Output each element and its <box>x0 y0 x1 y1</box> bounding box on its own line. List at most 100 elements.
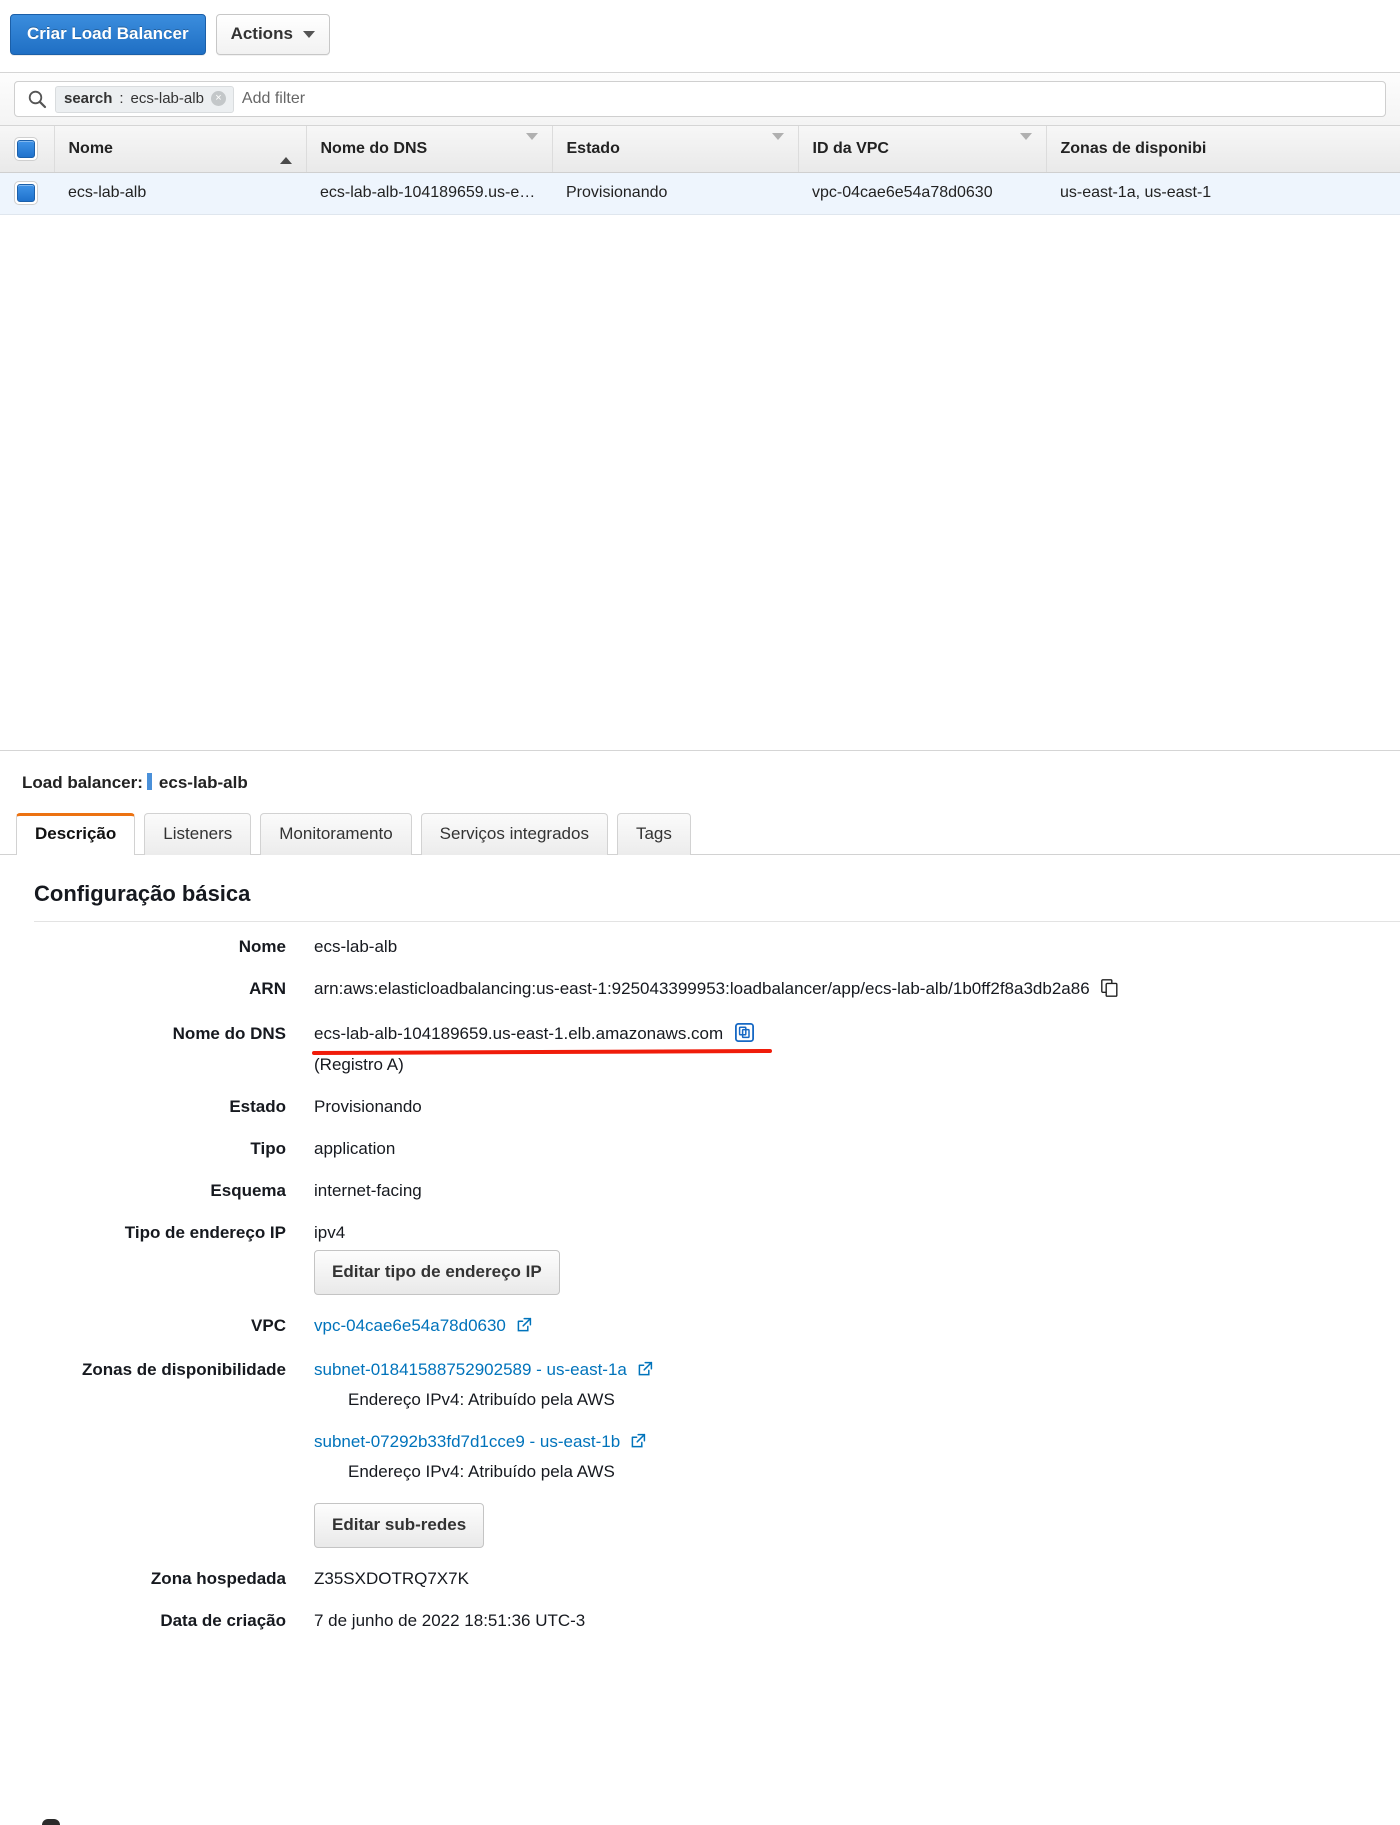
search-icon <box>27 89 47 109</box>
field-esquema-label: Esquema <box>210 1180 286 1200</box>
column-header-estado[interactable]: Estado <box>551 126 798 173</box>
filter-token-key: search <box>64 89 113 107</box>
field-arn-value: arn:aws:elasticloadbalancing:us-east-1:9… <box>314 978 1090 998</box>
basic-configuration-fields: Nome ecs-lab-alb ARN arn:aws:elasticload… <box>0 922 1400 1632</box>
subnet-a-link[interactable]: subnet-01841588752902589 - us-east-1a <box>314 1360 627 1379</box>
clipped-element-bottom <box>42 1819 60 1825</box>
table-empty-space <box>0 214 1400 751</box>
row-checkbox-cell[interactable] <box>0 172 54 214</box>
detail-panel-label: Load balancer: <box>22 772 143 792</box>
field-tipo: Tipo application <box>0 1138 1400 1160</box>
field-estado-label: Estado <box>229 1096 286 1116</box>
actions-button[interactable]: Actions <box>215 14 330 55</box>
basic-configuration-section: Configuração básica Nome ecs-lab-alb ARN… <box>0 855 1400 1632</box>
filter-token-search[interactable]: search : ecs-lab-alb × <box>55 85 234 113</box>
field-esquema: Esquema internet-facing <box>0 1180 1400 1202</box>
field-availability-zones-label: Zonas de disponibilidade <box>81 1359 286 1379</box>
detail-accent-bar <box>146 772 152 790</box>
edit-ip-type-row: Editar tipo de endereço IP <box>0 1249 1400 1295</box>
search-input[interactable]: search : ecs-lab-alb × Add filter <box>14 81 1386 117</box>
field-created-date-value: 7 de junho de 2022 18:51:36 UTC-3 <box>314 1610 586 1630</box>
tab-monitoramento[interactable]: Monitoramento <box>260 812 412 855</box>
detail-panel-header: Load balancer: ecs-lab-alb <box>0 751 1400 793</box>
tab-listeners[interactable]: Listeners <box>144 812 252 855</box>
add-filter-placeholder[interactable]: Add filter <box>242 90 305 108</box>
chevron-down-icon <box>302 30 315 38</box>
detail-tabs: Descrição Listeners Monitoramento Serviç… <box>0 812 1400 855</box>
copy-icon[interactable] <box>1101 978 1118 1003</box>
field-arn-value-wrap: arn:aws:elasticloadbalancing:us-east-1:9… <box>300 978 1118 1003</box>
field-dns: Nome do DNS ecs-lab-alb-104189659.us-eas… <box>0 1022 1400 1055</box>
column-header-nome[interactable]: Nome <box>53 126 306 173</box>
table-header-row: Nome Nome do DNS Estado ID da VPC Zonas … <box>0 126 1400 173</box>
subnet-a-ipv4-value: Endereço IPv4: Atribuído pela AWS <box>348 1389 615 1409</box>
row-checkbox-wrap[interactable] <box>14 181 38 205</box>
field-nome: Nome ecs-lab-alb <box>0 936 1400 958</box>
field-dns-value: ecs-lab-alb-104189659.us-east-1.elb.amaz… <box>314 1023 724 1043</box>
chevron-down-icon[interactable] <box>771 132 784 158</box>
create-load-balancer-button[interactable]: Criar Load Balancer <box>10 14 206 55</box>
tab-descricao[interactable]: Descrição <box>16 812 136 855</box>
row-checkbox[interactable] <box>17 184 35 202</box>
field-vpc: VPC vpc-04cae6e54a78d0630 <box>0 1315 1400 1339</box>
cell-nome: ecs-lab-alb <box>54 172 306 214</box>
external-link-icon[interactable] <box>630 1433 646 1455</box>
select-all-header <box>0 126 54 173</box>
field-ip-type: Tipo de endereço IP ipv4 <box>0 1222 1400 1244</box>
field-subnet-a-ipv4: Endereço IPv4: Atribuído pela AWS <box>0 1389 1400 1411</box>
filter-token-value: ecs-lab-alb <box>130 89 204 107</box>
field-arn-label: ARN <box>249 978 286 998</box>
field-created-date-label: Data de criação <box>160 1610 286 1630</box>
field-estado: Estado Provisionando <box>0 1096 1400 1118</box>
chevron-down-icon[interactable] <box>1019 132 1032 158</box>
vpc-link[interactable]: vpc-04cae6e54a78d0630 <box>314 1316 506 1335</box>
select-all-checkbox-wrap[interactable] <box>14 136 38 161</box>
field-esquema-value: internet-facing <box>314 1180 422 1200</box>
field-hosted-zone-label: Zona hospedada <box>150 1568 286 1588</box>
chevron-down-icon[interactable] <box>525 132 538 158</box>
column-header-estado-label: Estado <box>566 139 620 157</box>
external-link-icon[interactable] <box>637 1361 653 1383</box>
cell-dns: ecs-lab-alb-104189659.us-e… <box>306 172 552 214</box>
close-icon[interactable]: × <box>210 91 226 106</box>
copy-dns-icon[interactable] <box>734 1022 754 1048</box>
field-dns-value-wrap: ecs-lab-alb-104189659.us-east-1.elb.amaz… <box>300 1022 773 1055</box>
subnet-b-ipv4-value: Endereço IPv4: Atribuído pela AWS <box>348 1461 615 1481</box>
actions-button-label: Actions <box>230 24 293 43</box>
edit-ip-address-type-button[interactable]: Editar tipo de endereço IP <box>314 1249 560 1295</box>
column-header-vpc[interactable]: ID da VPC <box>797 126 1046 173</box>
cell-estado: Provisionando <box>552 172 798 214</box>
column-header-dns[interactable]: Nome do DNS <box>305 126 552 173</box>
cell-az: us-east-1a, us-east-1 <box>1046 172 1400 214</box>
field-subnet-b: subnet-07292b33fd7d1cce9 - us-east-1b <box>0 1431 1400 1455</box>
subnet-b-link[interactable]: subnet-07292b33fd7d1cce9 - us-east-1b <box>314 1432 620 1451</box>
field-dns-record: (Registro A) <box>0 1054 1400 1076</box>
select-all-checkbox[interactable] <box>17 139 35 158</box>
filter-bar: search : ecs-lab-alb × Add filter <box>0 72 1400 126</box>
load-balancers-table: Nome Nome do DNS Estado ID da VPC Zonas … <box>0 126 1400 751</box>
field-dns-label: Nome do DNS <box>172 1023 286 1043</box>
field-subnet-b-ipv4: Endereço IPv4: Atribuído pela AWS <box>0 1461 1400 1483</box>
field-nome-value: ecs-lab-alb <box>314 936 398 956</box>
column-header-az[interactable]: Zonas de disponibi <box>1045 126 1400 173</box>
sort-ascending-icon[interactable] <box>279 139 292 164</box>
field-tipo-label: Tipo <box>250 1138 286 1158</box>
field-hosted-zone: Zona hospedada Z35SXDOTRQ7X7K <box>0 1568 1400 1590</box>
tab-servicos-integrados[interactable]: Serviços integrados <box>420 812 608 855</box>
page-toolbar: Criar Load Balancer Actions <box>0 0 1400 72</box>
tab-tags[interactable]: Tags <box>616 812 691 855</box>
external-link-icon[interactable] <box>516 1317 532 1339</box>
field-nome-label: Nome <box>238 936 286 956</box>
field-vpc-value-wrap: vpc-04cae6e54a78d0630 <box>300 1315 532 1339</box>
field-ip-type-label: Tipo de endereço IP <box>124 1222 286 1242</box>
field-hosted-zone-value: Z35SXDOTRQ7X7K <box>314 1568 469 1588</box>
field-dns-record-value: (Registro A) <box>314 1054 404 1074</box>
field-availability-zones: Zonas de disponibilidade subnet-01841588… <box>0 1359 1400 1383</box>
column-header-vpc-label: ID da VPC <box>812 139 889 157</box>
column-header-nome-label: Nome <box>68 139 113 157</box>
field-arn: ARN arn:aws:elasticloadbalancing:us-east… <box>0 978 1400 1003</box>
table-row[interactable]: ecs-lab-alb ecs-lab-alb-104189659.us-e… … <box>0 172 1400 214</box>
column-header-az-label: Zonas de disponibi <box>1060 139 1207 157</box>
field-ip-type-value: ipv4 <box>314 1222 346 1242</box>
edit-subnets-button[interactable]: Editar sub-redes <box>314 1502 485 1548</box>
